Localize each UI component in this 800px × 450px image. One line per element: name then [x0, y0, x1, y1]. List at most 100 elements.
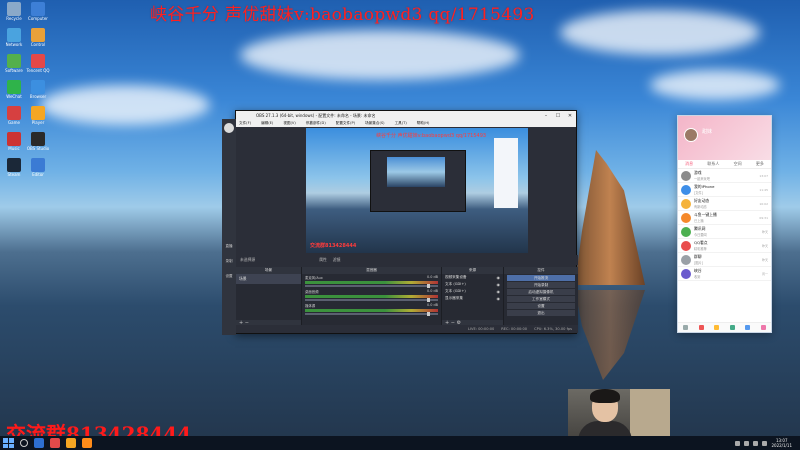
close-icon[interactable]: ✕ [564, 113, 576, 119]
desktop-icon-label: Editor [32, 172, 44, 177]
desktop-icon[interactable]: Editor [26, 158, 50, 184]
desktop-icon-label: Steam [7, 172, 21, 177]
menu-item[interactable]: 停靠部件(D) [306, 121, 326, 126]
menu-item[interactable]: 工具(T) [395, 121, 407, 126]
scene-item[interactable]: 场景 [236, 274, 301, 284]
list-item[interactable]: 游戏 一起来玩吧 13:07 [678, 169, 771, 183]
start-recording-button[interactable]: 开始录制 [507, 282, 575, 288]
eye-icon[interactable]: ◉ [497, 296, 501, 301]
maximize-icon[interactable]: ☐ [552, 113, 564, 119]
source-item[interactable]: 视频采集设备 ◉ [442, 274, 503, 281]
list-item[interactable]: 我的iPhone [文件] 11:45 [678, 183, 771, 197]
mixer-channel: 媒体源 0.0 dB [302, 302, 441, 316]
tray-icon[interactable] [744, 440, 750, 446]
game-icon[interactable] [698, 325, 704, 330]
tray-icon[interactable] [735, 440, 741, 446]
desktop-icon[interactable]: Steam [2, 158, 26, 184]
clock[interactable]: 13:07 2022/1/11 [771, 438, 792, 448]
tab-more[interactable]: 更多 [756, 161, 764, 167]
app-icon [31, 2, 45, 16]
volume-slider[interactable] [305, 298, 438, 302]
virtual-camera-button[interactable]: 启动虚拟摄像机 [507, 289, 575, 295]
desktop-icon[interactable]: Software [2, 54, 26, 80]
desktop-icon-label: Tencent QQ [26, 68, 50, 73]
menu-item[interactable]: 视图(V) [283, 121, 295, 126]
app-icon [7, 54, 21, 68]
menu-item[interactable]: 文件(F) [239, 121, 251, 126]
preview-watermark: 峡谷千分 声优甜妹v:baobaopwd3 qq/1715493 [376, 133, 487, 139]
system-tray: 13:07 2022/1/11 [735, 438, 800, 448]
app-icon [31, 132, 45, 146]
mail-icon[interactable] [729, 325, 735, 330]
source-item[interactable]: 显示器采集 ◉ [442, 295, 503, 302]
taskbar-app-explorer[interactable] [34, 438, 44, 448]
tab-messages[interactable]: 消息 [685, 161, 693, 167]
eye-icon[interactable]: ◉ [497, 275, 501, 280]
desktop-icon[interactable]: Recycle [2, 2, 26, 28]
desktop-icon-column: Recycle Network Software WeChat Game Music Ste… [2, 2, 26, 184]
list-item[interactable]: 好友动态 有新动态 10:02 [678, 197, 771, 211]
obs-window[interactable]: 直播 录制 设置 OBS 27.1.3 (64-bit, windows) - … [222, 110, 578, 335]
avatar[interactable] [684, 128, 698, 142]
volume-icon[interactable] [762, 440, 768, 446]
start-streaming-button[interactable]: 开始推流 [507, 275, 575, 281]
mixer-header: 混音器 [302, 267, 441, 274]
taskbar-app-game[interactable] [82, 438, 92, 448]
menu-icon[interactable] [683, 325, 689, 330]
list-item[interactable]: 腾讯网 今日要闻 昨天 [678, 225, 771, 239]
eye-icon[interactable]: ◉ [497, 282, 501, 287]
list-item[interactable]: QQ看点 精彩推荐 昨天 [678, 239, 771, 253]
desktop-icon[interactable]: Game [2, 106, 26, 132]
menu-item[interactable]: 配置文件(P) [336, 121, 355, 126]
desktop-icon[interactable]: Browser [26, 80, 50, 106]
source-item[interactable]: 文本 (GDI+) ◉ [442, 281, 503, 288]
obs-titlebar: OBS 27.1.3 (64-bit, windows) - 配置文件: 未命名… [236, 111, 576, 120]
desktop-icon[interactable]: Control [26, 28, 50, 54]
obs-statusbar: LIVE: 00:00:00 REC: 00:00:00 CPU: 6.3%, … [236, 325, 578, 333]
properties-button[interactable]: 属性 [319, 257, 327, 263]
list-item[interactable]: 峡谷 收到 周一 [678, 267, 771, 281]
menu-item[interactable]: 场景集合(S) [365, 121, 384, 126]
desktop-icon[interactable]: Music [2, 132, 26, 158]
exit-button[interactable]: 退出 [507, 310, 575, 316]
obs-docks: 场景 场景 + − 混音器 麦克风/Aux 0.0 dB 桌面音频 0.0 dB 媒… [236, 267, 578, 327]
star-icon[interactable] [714, 325, 720, 330]
desktop-icon[interactable]: WeChat [2, 80, 26, 106]
side-label-record[interactable]: 录制 [222, 259, 236, 264]
tab-space[interactable]: 空间 [734, 161, 742, 167]
live-timer: LIVE: 00:00:00 [467, 327, 495, 331]
minimize-icon[interactable]: – [540, 113, 552, 119]
network-icon[interactable] [753, 440, 759, 446]
filters-button[interactable]: 滤镜 [333, 257, 341, 263]
side-label-live[interactable]: 直播 [222, 244, 236, 249]
menu-item[interactable]: 帮助(H) [417, 121, 430, 126]
cpu-fps: CPU: 6.3%, 30.00 fps [534, 327, 572, 331]
app-icon[interactable] [760, 325, 766, 330]
desktop-icon[interactable]: Network [2, 28, 26, 54]
settings-button[interactable]: 设置 [507, 303, 575, 309]
side-label-settings[interactable]: 设置 [222, 274, 236, 279]
start-button[interactable] [2, 437, 14, 449]
volume-slider[interactable] [305, 312, 438, 316]
volume-slider[interactable] [305, 284, 438, 288]
tab-contacts[interactable]: 联系人 [707, 161, 719, 167]
menu-item[interactable]: 编辑(E) [261, 121, 273, 126]
source-item[interactable]: 文本 (GDI+) ◉ [442, 288, 503, 295]
desktop-icon-label: Browser [29, 94, 47, 99]
volume-meter [305, 309, 438, 312]
desktop-icon[interactable]: OBS Studio [26, 132, 50, 158]
studio-mode-button[interactable]: 工作室模式 [507, 296, 575, 302]
scenes-dock: 场景 场景 + − [236, 267, 302, 327]
taskbar-app-qq[interactable] [66, 438, 76, 448]
search-icon[interactable] [20, 439, 28, 447]
eye-icon[interactable]: ◉ [497, 289, 501, 294]
qq-panel[interactable]: 甜妹 消息 联系人 空间 更多 游戏 一起来玩吧 13:07 我的iPhone [文件]… [677, 115, 772, 333]
desktop-icon[interactable]: Player [26, 106, 50, 132]
obs-preview[interactable]: 峡谷千分 声优甜妹v:baobaopwd3 qq/1715493 交流群8134… [306, 128, 528, 253]
taskbar-app-obs[interactable] [50, 438, 60, 448]
folder-icon[interactable] [745, 325, 751, 330]
desktop-icon[interactable]: Computer [26, 2, 50, 28]
list-item[interactable]: 群聊 [图片] 昨天 [678, 253, 771, 267]
desktop-icon[interactable]: Tencent QQ [26, 54, 50, 80]
list-item[interactable]: 斗鱼一键上播 已上播 09:31 [678, 211, 771, 225]
